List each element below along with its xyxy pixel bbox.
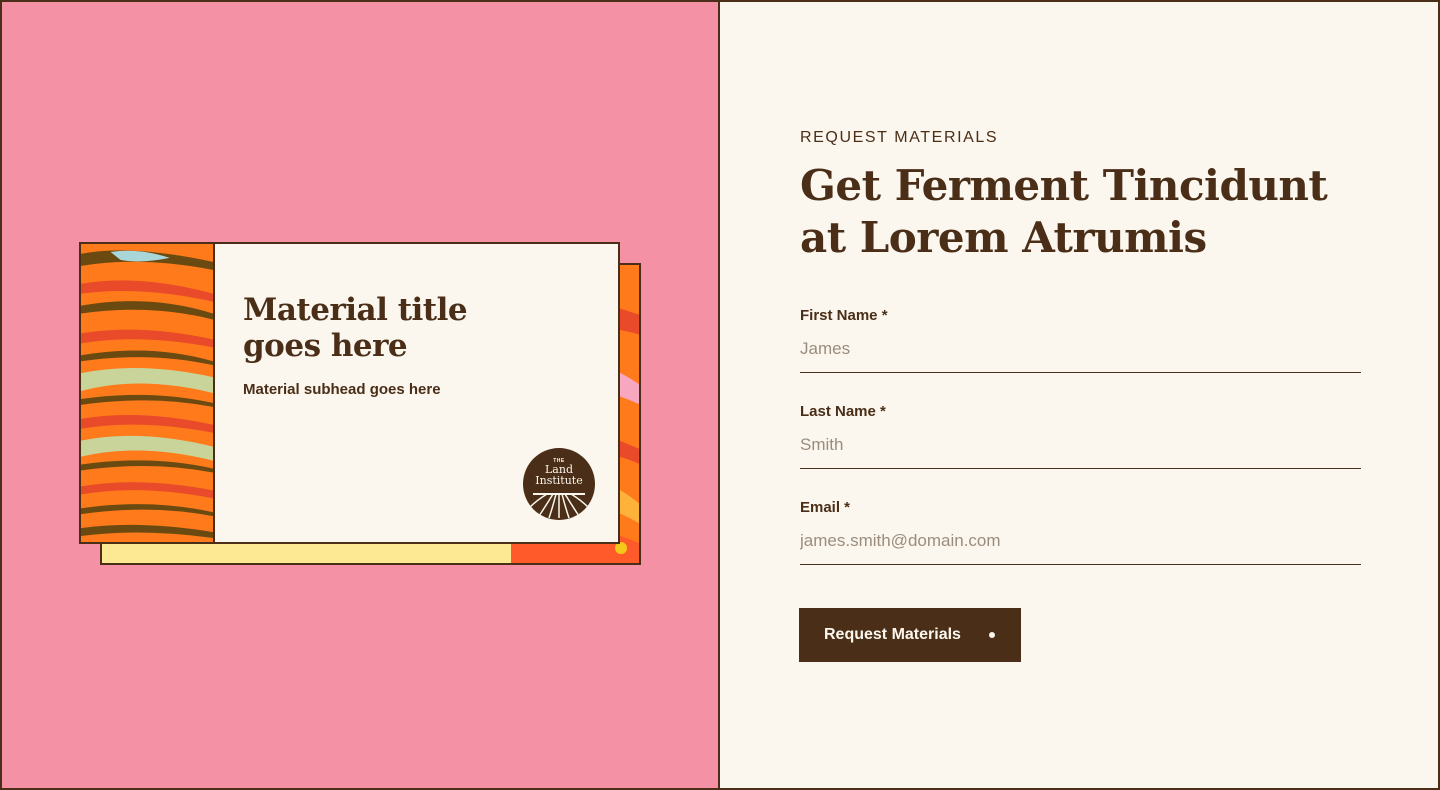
page-border [0, 0, 1440, 790]
